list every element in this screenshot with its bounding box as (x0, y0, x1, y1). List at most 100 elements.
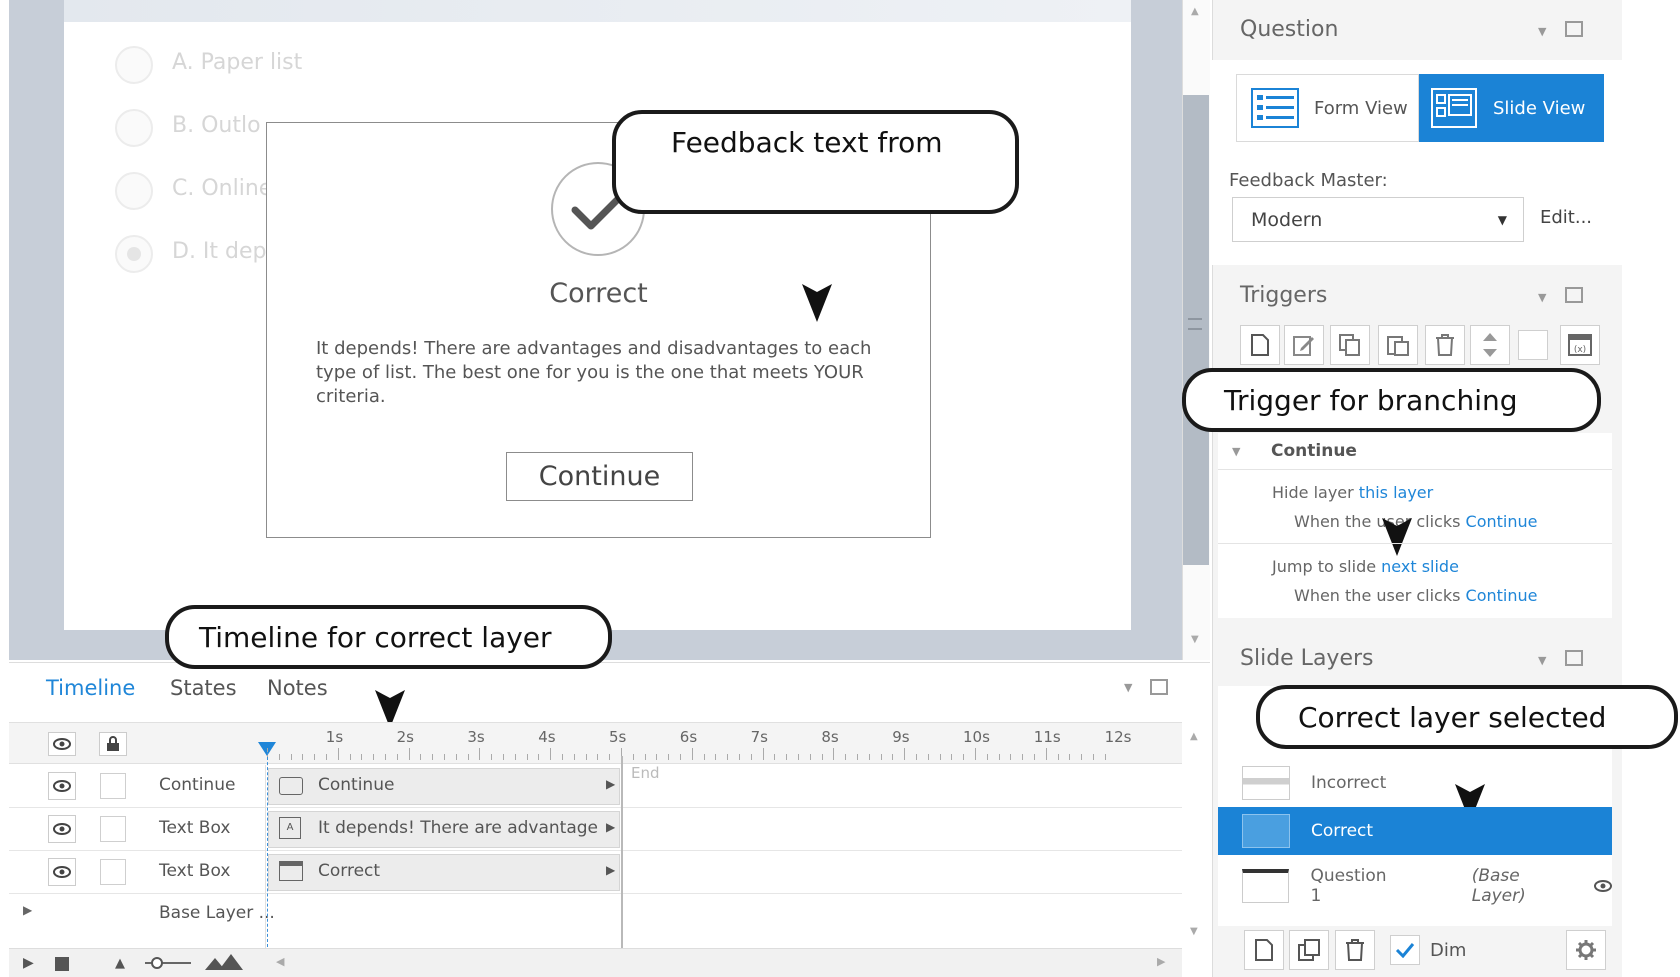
eye-icon[interactable] (1593, 880, 1612, 892)
dim-label: Dim (1430, 940, 1467, 961)
panel-collapse-icon[interactable]: ▼ (1124, 681, 1132, 694)
lock-checkbox[interactable] (100, 773, 126, 799)
feedback-master-label: Feedback Master: (1229, 170, 1388, 191)
continue-button[interactable]: Continue (506, 452, 693, 501)
zoom-out-icon[interactable]: ▲ (115, 956, 125, 971)
layer-item-correct[interactable]: Correct (1218, 807, 1612, 855)
trigger-action-link[interactable]: this layer (1359, 483, 1433, 502)
stage-scroll-thumb[interactable] (1183, 95, 1209, 565)
lock-all-icon[interactable] (99, 732, 127, 756)
edit-feedback-master-link[interactable]: Edit... (1540, 207, 1592, 228)
ruler-tick-mark (467, 754, 469, 760)
ruler-tick-mark (326, 754, 327, 760)
row-name: Continue (159, 775, 236, 795)
playhead-line (267, 752, 268, 947)
ruler-tick-mark (444, 754, 445, 760)
show-all-eye-icon[interactable] (48, 732, 76, 756)
paste-trigger-button[interactable] (1378, 325, 1418, 365)
zoom-slider[interactable] (145, 955, 191, 971)
textbox-icon: A (279, 817, 301, 839)
new-layer-button[interactable] (1244, 930, 1284, 970)
trigger-condition[interactable]: When the user clicks Continue (1294, 512, 1537, 531)
play-icon[interactable]: ▶ (23, 955, 34, 971)
layer-item-base[interactable]: Question 1 (Base Layer) (1218, 862, 1612, 910)
scroll-down-icon[interactable]: ▼ (1191, 634, 1199, 645)
collapse-icon[interactable]: ▼ (1538, 654, 1546, 667)
bar-label: Continue (318, 775, 395, 795)
feedback-master-dropdown[interactable]: Modern ▼ (1232, 197, 1524, 242)
new-trigger-button[interactable] (1240, 325, 1280, 365)
collapse-group-icon[interactable]: ▼ (1232, 445, 1240, 458)
eye-icon[interactable] (48, 858, 76, 886)
tab-timeline[interactable]: Timeline (46, 676, 135, 700)
collapse-icon[interactable]: ▼ (1538, 25, 1546, 38)
trigger-condition-link[interactable]: Continue (1466, 512, 1538, 531)
trigger-condition[interactable]: When the user clicks Continue (1294, 586, 1537, 605)
expand-arrow-icon[interactable]: ▶ (606, 863, 615, 877)
form-view-button[interactable]: Form View (1236, 74, 1419, 142)
ruler-tick-mark (833, 748, 835, 760)
trash-icon (1436, 334, 1454, 356)
stop-icon[interactable] (55, 957, 69, 971)
copy-trigger-button[interactable] (1330, 325, 1370, 365)
scroll-up-icon[interactable]: ▲ (1191, 6, 1199, 17)
paste-icon (1387, 336, 1409, 356)
layer-settings-button[interactable] (1566, 930, 1606, 970)
end-label: End (631, 764, 660, 782)
panel-float-icon[interactable] (1150, 679, 1168, 695)
callout-arrow-icon (1382, 518, 1412, 556)
expand-arrow-icon[interactable]: ▶ (606, 820, 615, 834)
lock-checkbox[interactable] (100, 859, 126, 885)
tab-notes[interactable]: Notes (267, 676, 328, 700)
layer-thumbnail (1242, 814, 1290, 848)
option-radio-d[interactable] (115, 235, 153, 273)
scroll-left-icon[interactable]: ◀ (276, 955, 284, 968)
scroll-right-icon[interactable]: ▶ (1157, 955, 1165, 968)
option-radio-c[interactable] (115, 172, 153, 210)
callout-layer-selected: Correct layer selected (1256, 685, 1678, 749)
ruler-tick-mark (585, 754, 587, 760)
expand-base-layer-icon[interactable]: ▶ (23, 903, 32, 917)
ruler-tick-mark (998, 754, 1000, 760)
collapse-icon[interactable]: ▼ (1538, 291, 1546, 304)
slide-view-button[interactable]: Slide View (1419, 74, 1604, 142)
variables-button[interactable]: (x) (1560, 325, 1600, 365)
ruler-tick-mark (349, 754, 351, 760)
lock-checkbox[interactable] (100, 816, 126, 842)
ruler-tick-mark (975, 748, 976, 760)
eye-icon[interactable] (48, 772, 76, 800)
end-marker[interactable] (621, 756, 623, 948)
trigger-option-checkbox[interactable] (1518, 330, 1548, 360)
float-panel-icon[interactable] (1565, 21, 1583, 37)
float-panel-icon[interactable] (1565, 287, 1583, 303)
ruler-tick-mark (290, 754, 292, 760)
trigger-condition-link[interactable]: Continue (1466, 586, 1538, 605)
float-panel-icon[interactable] (1565, 650, 1583, 666)
edit-trigger-button[interactable] (1284, 325, 1324, 365)
tab-states[interactable]: States (170, 676, 237, 700)
ruler-tick-mark (892, 754, 894, 760)
expand-arrow-icon[interactable]: ▶ (606, 777, 615, 791)
callout-arrow-icon (802, 284, 832, 322)
option-radio-b[interactable] (115, 109, 153, 147)
duplicate-layer-button[interactable] (1289, 930, 1329, 970)
option-label-a: A. Paper list (172, 50, 303, 75)
trigger-action[interactable]: Hide layer this layer (1272, 483, 1433, 502)
form-view-icon (1251, 88, 1299, 128)
move-trigger-button[interactable] (1470, 325, 1510, 365)
ruler-tick-mark (786, 754, 788, 760)
delete-layer-button[interactable] (1335, 930, 1375, 970)
trigger-action[interactable]: Jump to slide next slide (1272, 557, 1459, 576)
dim-checkbox[interactable] (1390, 935, 1420, 965)
button-icon (279, 777, 303, 795)
delete-trigger-button[interactable] (1425, 325, 1465, 365)
callout-trigger: Trigger for branching (1182, 368, 1601, 432)
timeline-header (9, 722, 1182, 764)
eye-icon[interactable] (48, 815, 76, 843)
layer-item-incorrect[interactable]: Incorrect (1218, 759, 1612, 807)
scroll-up-icon[interactable]: ▲ (1190, 731, 1198, 742)
scroll-down-icon[interactable]: ▼ (1190, 926, 1198, 937)
zoom-in-icon[interactable] (205, 954, 243, 970)
trigger-action-link[interactable]: next slide (1381, 557, 1459, 576)
option-radio-a[interactable] (115, 46, 153, 84)
